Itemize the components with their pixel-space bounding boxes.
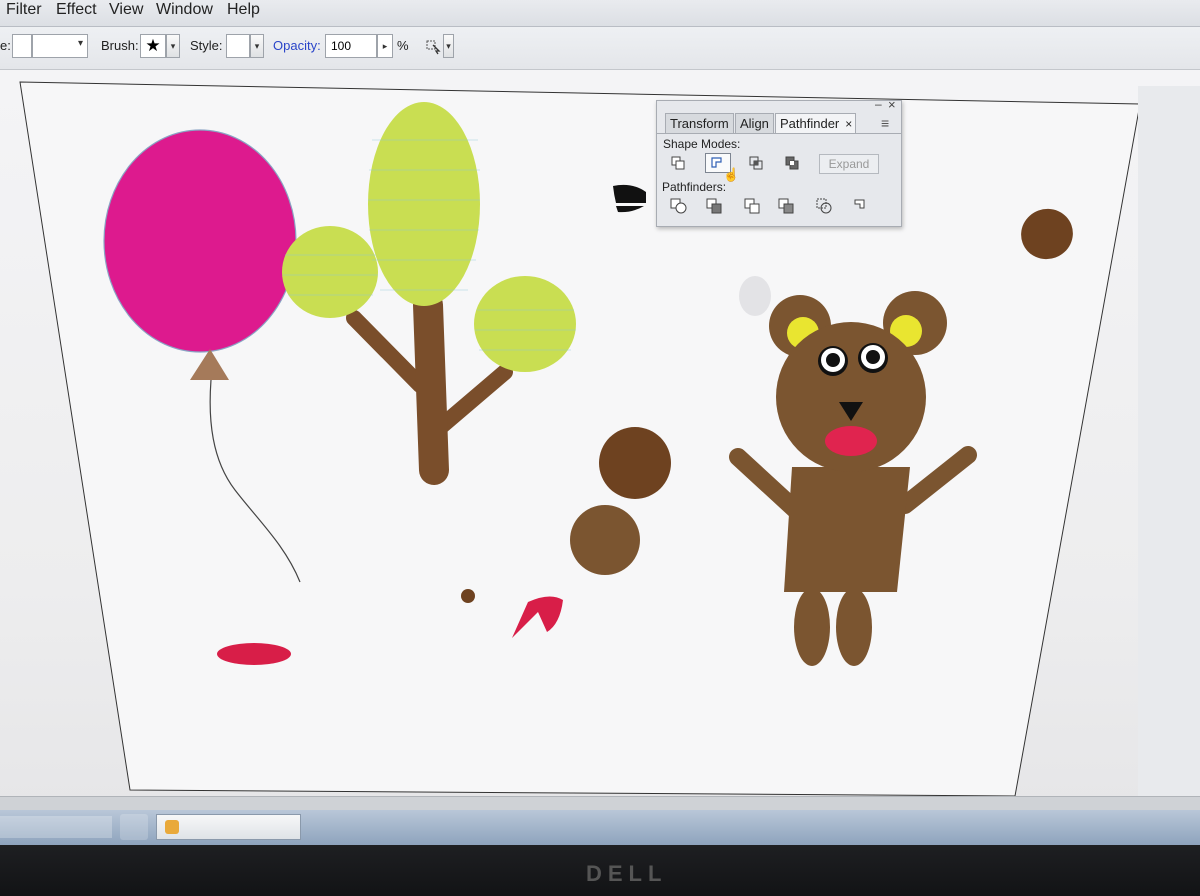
minus-back-button[interactable] <box>849 196 871 216</box>
tree-foliage-right <box>474 276 576 372</box>
panel-minimize-button[interactable]: – <box>875 97 882 111</box>
status-bar <box>0 796 1200 811</box>
outline-button[interactable] <box>813 196 835 216</box>
tab-pathfinder-close-icon[interactable]: × <box>845 114 852 134</box>
brown-circle-upper[interactable] <box>599 427 671 499</box>
style-swatch[interactable] <box>226 34 250 58</box>
artboard[interactable] <box>0 70 1200 810</box>
menu-view[interactable]: View <box>109 1 143 19</box>
merge-icon <box>744 198 760 214</box>
small-brown-dot[interactable] <box>461 589 475 603</box>
tab-pathfinder[interactable]: Pathfinder × <box>775 113 857 134</box>
unite-button[interactable] <box>667 153 689 173</box>
brush-label: Brush: <box>101 38 139 53</box>
divide-icon <box>670 198 687 214</box>
style-dropdown-button[interactable]: ▾ <box>250 34 264 58</box>
brush-dropdown-button[interactable]: ▾ <box>166 34 180 58</box>
menu-help[interactable]: Help <box>227 1 260 19</box>
menu-bar: Filter Effect View Window Help <box>0 0 1200 27</box>
divide-button[interactable] <box>667 196 689 216</box>
opacity-increment-arrow[interactable]: ▸ <box>377 34 393 58</box>
bear-eye-left-pupil <box>826 353 840 367</box>
recolor-dropdown-button[interactable]: ▾ <box>443 34 454 58</box>
tab-pathfinder-label: Pathfinder <box>780 116 840 131</box>
menu-filter[interactable]: Filter <box>6 1 42 19</box>
tree-foliage-left <box>282 226 378 318</box>
taskbar-app-icon[interactable] <box>120 814 148 840</box>
style-label: Style: <box>190 38 223 53</box>
panel-menu-icon[interactable]: ≡ <box>881 115 889 131</box>
panel-tab-divider <box>657 133 901 134</box>
trim-icon <box>706 198 722 214</box>
bear-eye-right-pupil <box>866 350 880 364</box>
tree-trunk <box>413 290 449 485</box>
crop-icon <box>778 198 794 214</box>
bear-leg-right <box>836 588 872 666</box>
bear-mouth <box>825 426 877 456</box>
tab-transform[interactable]: Transform <box>665 113 734 133</box>
stroke-weight-field[interactable]: ▾ <box>32 34 88 58</box>
crop-button[interactable] <box>775 196 797 216</box>
monitor-bezel: DELL <box>0 845 1200 896</box>
taskbar-item-illustrator[interactable] <box>156 814 301 840</box>
screen: Filter Effect View Window Help e: ▾ Brus… <box>0 0 1200 845</box>
right-dock-edge <box>1138 86 1200 806</box>
tab-align[interactable]: Align <box>735 113 774 133</box>
bear-body <box>784 467 910 592</box>
control-bar: e: ▾ Brush: ★ ▾ Style: ▾ Opacity: 100 ▸ … <box>0 27 1200 70</box>
opacity-label[interactable]: Opacity: <box>273 38 321 53</box>
illustrator-app-icon <box>165 820 179 834</box>
exclude-icon <box>785 156 799 170</box>
merge-button[interactable] <box>741 196 763 216</box>
red-oval[interactable] <box>217 643 291 665</box>
intersect-button[interactable] <box>745 153 767 173</box>
intersect-icon <box>749 156 763 170</box>
recolor-artwork-icon[interactable] <box>424 37 442 55</box>
panel-close-button[interactable]: × <box>888 97 896 112</box>
outline-icon <box>816 198 832 214</box>
shape-modes-label: Shape Modes: <box>663 137 741 151</box>
pathfinders-label: Pathfinders: <box>662 180 727 194</box>
unite-icon <box>671 156 685 170</box>
stroke-dropdown-arrow: ▾ <box>77 38 83 49</box>
pathfinder-panel[interactable]: – × Transform Align Pathfinder × ≡ Shape… <box>656 97 902 227</box>
exclude-button[interactable] <box>781 153 803 173</box>
trim-button[interactable] <box>703 196 725 216</box>
opacity-input[interactable]: 100 <box>325 34 377 58</box>
balloon-body[interactable] <box>103 129 297 353</box>
canvas-area[interactable]: – × Transform Align Pathfinder × ≡ Shape… <box>0 70 1200 810</box>
stroke-label: e: <box>0 38 11 53</box>
brush-star-icon[interactable]: ★ <box>140 34 166 58</box>
menu-effect[interactable]: Effect <box>56 1 97 19</box>
faint-oval <box>739 276 771 316</box>
tree-foliage-top <box>368 102 480 306</box>
percent-sign: % <box>397 38 409 53</box>
stroke-weight-stepper[interactable] <box>12 34 32 58</box>
expand-button[interactable]: Expand <box>819 154 879 174</box>
brown-circle-lower[interactable] <box>570 505 640 575</box>
taskbar <box>0 810 1200 845</box>
bear-leg-left <box>794 588 830 666</box>
dell-logo: DELL <box>586 861 668 886</box>
menu-window[interactable]: Window <box>156 1 213 19</box>
taskbar-item-left[interactable] <box>0 816 112 838</box>
minus-back-icon <box>854 199 865 209</box>
